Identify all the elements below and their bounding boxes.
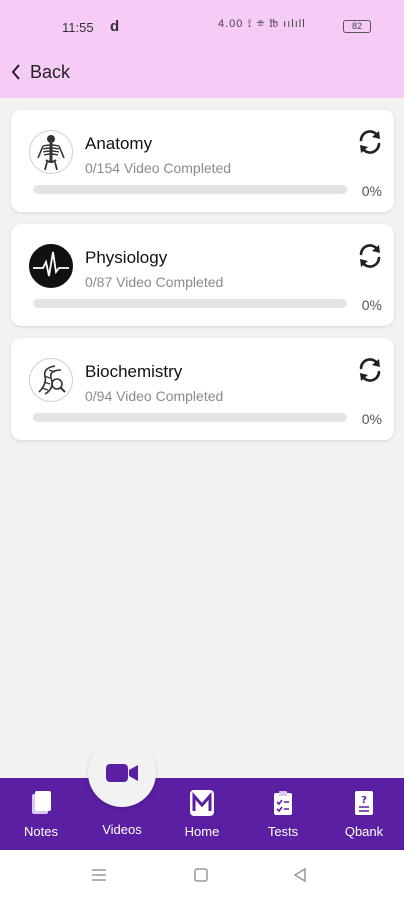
progress-percent: 0% (361, 411, 382, 427)
subject-card-biochemistry[interactable]: Biochemistry 0/94 Video Completed 0% (11, 338, 394, 440)
nav-tests-label: Tests (267, 824, 299, 839)
nav-tests[interactable]: Tests (243, 778, 323, 850)
notes-icon (32, 791, 51, 814)
bottom-nav: Notes Home Tests ? Qbank (0, 778, 404, 850)
back-button[interactable]: Back (10, 58, 70, 86)
progress-percent: 0% (361, 183, 382, 199)
svg-text:?: ? (361, 795, 367, 806)
menu-icon[interactable] (90, 866, 108, 884)
qbank-icon: ? (355, 791, 373, 815)
back-triangle-icon[interactable] (291, 866, 309, 884)
nav-home[interactable]: Home (162, 778, 242, 850)
nav-home-label: Home (184, 824, 220, 839)
progress-bar (33, 299, 347, 308)
subject-title: Physiology (85, 248, 168, 267)
battery-icon: 82 (343, 20, 371, 33)
subject-title: Anatomy (85, 134, 153, 153)
refresh-icon[interactable] (356, 128, 384, 156)
home-square-icon[interactable] (192, 866, 210, 884)
nav-notes-label: Notes (24, 824, 58, 839)
nav-qbank-label: Qbank (344, 824, 384, 839)
subject-card-anatomy[interactable]: Anatomy 0/154 Video Completed 0% (11, 110, 394, 212)
carrier-icon: d (110, 18, 120, 35)
nav-qbank[interactable]: ? Qbank (324, 778, 404, 850)
dna-icon (29, 358, 73, 402)
subject-card-physiology[interactable]: Physiology 0/87 Video Completed 0% (11, 224, 394, 326)
skeleton-icon (29, 130, 73, 174)
nav-notes[interactable]: Notes (1, 778, 81, 850)
home-logo-icon (190, 790, 214, 816)
subject-title: Biochemistry (85, 362, 183, 381)
status-bar: 11:55 d 4.00 ⟟ ☏ ℔ ıılıll 82 (0, 0, 404, 48)
progress-percent: 0% (361, 297, 382, 313)
video-camera-icon (106, 764, 138, 782)
nav-videos[interactable] (88, 739, 156, 807)
subject-progress-text: 0/94 Video Completed (85, 388, 224, 404)
nav-videos-label: Videos (102, 822, 142, 837)
refresh-icon[interactable] (356, 242, 384, 270)
progress-bar (33, 185, 347, 194)
header-bar: Back (0, 48, 404, 98)
status-time: 11:55 (62, 20, 94, 35)
signal-wifi-icons: 4.00 ⟟ ☏ ℔ ıılıll (218, 18, 306, 30)
refresh-icon[interactable] (356, 356, 384, 384)
chevron-left-icon (11, 64, 20, 80)
back-label: Back (30, 61, 71, 82)
subject-progress-text: 0/154 Video Completed (85, 160, 232, 176)
heartbeat-icon (29, 244, 73, 288)
tests-clipboard-icon (274, 791, 292, 815)
subject-progress-text: 0/87 Video Completed (85, 274, 224, 290)
progress-bar (33, 413, 347, 422)
system-nav-bar (0, 850, 404, 900)
